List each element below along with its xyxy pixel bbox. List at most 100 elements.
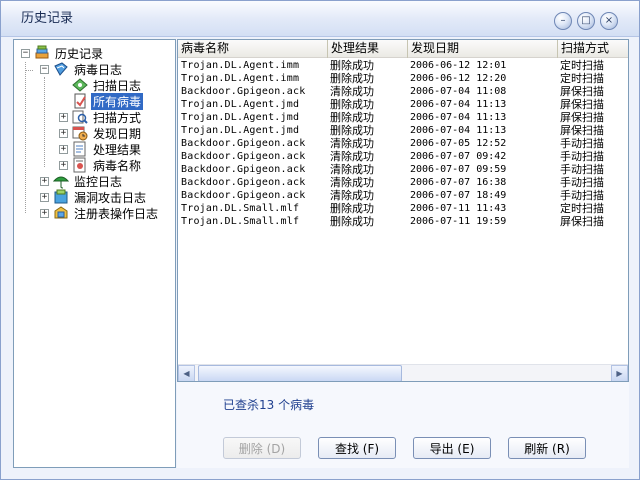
tree-label: 扫描方式 [93,110,142,125]
scroll-left-icon: ◀ [183,369,190,378]
column-header-found-date[interactable]: 发现日期 [408,40,558,58]
table-row[interactable]: Trojan.DL.Agent.imm 删除成功 2006-06-12 12:20 定… [178,72,628,85]
table-row[interactable]: Backdoor.Gpigeon.ack 清除成功 2006-07-05 12:52… [178,137,628,150]
expand-icon[interactable]: + [40,208,49,218]
expand-icon[interactable]: + [59,112,68,122]
minimize-button[interactable]: – [554,12,572,30]
find-button[interactable]: 查找 (F) [318,437,396,459]
tree-label: 历史记录 [55,46,104,61]
expand-icon[interactable]: + [40,176,49,186]
tree-node-virus-name[interactable]: + 病毒名称 [59,157,143,173]
expand-icon[interactable]: + [40,192,49,202]
title-bar[interactable]: 历史记录 – □ × [1,1,639,37]
horizontal-scrollbar[interactable]: ◀ ▶ [178,364,628,381]
cell-result: 删除成功 [330,202,374,215]
tree-label: 漏洞攻击日志 [74,190,147,205]
bottom-panel: 已查杀13 个病毒 删除 (D) 查找 (F) 导出 (E) 刷新 (R) [177,382,629,468]
cell-found-date: 2006-07-11 19:59 [410,216,507,227]
cell-scan-mode: 手动扫描 [560,189,604,202]
all-virus-icon [72,93,88,109]
table-row[interactable]: Trojan.DL.Small.mlf 删除成功 2006-07-11 19:59 屏… [178,215,628,228]
books-icon [34,45,50,61]
column-header-result[interactable]: 处理结果 [328,40,408,58]
virus-name-icon [72,157,88,173]
history-tree[interactable]: − 历史记录 − 病毒日志 扫描日志 所有病毒 + 扫描方式 + 发现日期 + … [13,39,176,468]
cell-scan-mode: 手动扫描 [560,163,604,176]
cell-found-date: 2006-07-11 11:43 [410,203,507,214]
scroll-right-button[interactable]: ▶ [611,365,628,381]
cell-virus-name: Trojan.DL.Small.mlf [181,203,300,214]
tree-connector [25,70,33,71]
expand-icon[interactable]: + [59,128,68,138]
cell-virus-name: Trojan.DL.Agent.jmd [181,99,300,110]
table-row[interactable]: Backdoor.Gpigeon.ack 清除成功 2006-07-07 09:59… [178,163,628,176]
cell-scan-mode: 屏保扫描 [560,98,604,111]
scroll-thumb[interactable] [198,365,402,381]
cell-scan-mode: 手动扫描 [560,150,604,163]
tree-node-scan-mode[interactable]: + 扫描方式 [59,109,143,125]
maximize-icon: □ [581,15,591,26]
cell-virus-name: Backdoor.Gpigeon.ack [181,177,306,188]
result-icon [72,141,88,157]
refresh-button[interactable]: 刷新 (R) [508,437,586,459]
list-header: 病毒名称 处理结果 发现日期 扫描方式 [178,40,628,58]
table-row[interactable]: Backdoor.Gpigeon.ack 清除成功 2006-07-07 09:42… [178,150,628,163]
tree-node-found-date[interactable]: + 发现日期 [59,125,143,141]
tree-label: 注册表操作日志 [74,206,159,221]
tree-node-history[interactable]: − 历史记录 [21,45,105,61]
table-row[interactable]: Trojan.DL.Agent.imm 删除成功 2006-06-12 12:01 定… [178,59,628,72]
scroll-right-icon: ▶ [616,369,623,378]
cell-scan-mode: 屏保扫描 [560,85,604,98]
column-header-scan-mode[interactable]: 扫描方式 [558,40,628,58]
tree-node-virus-log[interactable]: − 病毒日志 [40,61,124,77]
cell-found-date: 2006-07-04 11:08 [410,86,507,97]
virus-list[interactable]: 病毒名称 处理结果 发现日期 扫描方式 Trojan.DL.Agent.imm 删… [177,39,629,382]
table-row[interactable]: Backdoor.Gpigeon.ack 清除成功 2006-07-07 16:38… [178,176,628,189]
minimize-icon: – [560,15,566,26]
scroll-left-button[interactable]: ◀ [178,365,195,381]
expand-icon[interactable]: + [59,160,68,170]
collapse-icon[interactable]: − [40,64,49,74]
cell-result: 删除成功 [330,98,374,111]
tree-node-registry-log[interactable]: + 注册表操作日志 [40,205,160,221]
table-row[interactable]: Trojan.DL.Small.mlf 删除成功 2006-07-11 11:43 定… [178,202,628,215]
cell-result: 清除成功 [330,163,374,176]
cell-result: 清除成功 [330,176,374,189]
cell-virus-name: Trojan.DL.Agent.imm [181,60,300,71]
cell-virus-name: Backdoor.Gpigeon.ack [181,86,306,97]
tree-label: 发现日期 [93,126,142,141]
table-row[interactable]: Trojan.DL.Agent.jmd 删除成功 2006-07-04 11:13 屏… [178,111,628,124]
close-button[interactable]: × [600,12,618,30]
monitor-log-icon [52,173,70,189]
table-row[interactable]: Backdoor.Gpigeon.ack 清除成功 2006-07-04 11:08… [178,85,628,98]
expand-icon[interactable]: + [59,144,68,154]
cell-virus-name: Backdoor.Gpigeon.ack [181,138,306,149]
collapse-icon[interactable]: − [21,48,30,58]
maximize-button[interactable]: □ [577,12,595,30]
date-icon [72,125,88,141]
virus-log-icon [53,61,69,77]
export-button[interactable]: 导出 (E) [413,437,491,459]
column-header-virus-name[interactable]: 病毒名称 [178,40,328,58]
tree-node-monitor-log[interactable]: + 监控日志 [40,173,124,189]
cell-result: 清除成功 [330,137,374,150]
cell-result: 删除成功 [330,59,374,72]
tree-node-all-virus[interactable]: 所有病毒 [72,92,144,110]
table-row[interactable]: Trojan.DL.Agent.jmd 删除成功 2006-07-04 11:13 屏… [178,124,628,137]
window-title: 历史记录 [21,11,74,26]
cell-result: 删除成功 [330,72,374,85]
cell-scan-mode: 手动扫描 [560,176,604,189]
tree-node-scan-log[interactable]: 扫描日志 [72,77,143,93]
cell-virus-name: Trojan.DL.Agent.imm [181,73,300,84]
cell-result: 删除成功 [330,215,374,228]
cell-result: 删除成功 [330,111,374,124]
delete-button[interactable]: 删除 (D) [223,437,301,459]
tree-node-result[interactable]: + 处理结果 [59,141,143,157]
scan-mode-icon [72,109,88,125]
tree-label: 监控日志 [74,174,123,189]
table-row[interactable]: Backdoor.Gpigeon.ack 清除成功 2006-07-07 18:49… [178,189,628,202]
tree-label: 处理结果 [93,142,142,157]
status-text: 已查杀13 个病毒 [223,398,315,412]
table-row[interactable]: Trojan.DL.Agent.jmd 删除成功 2006-07-04 11:13 屏… [178,98,628,111]
tree-node-exploit-log[interactable]: + 漏洞攻击日志 [40,189,148,205]
